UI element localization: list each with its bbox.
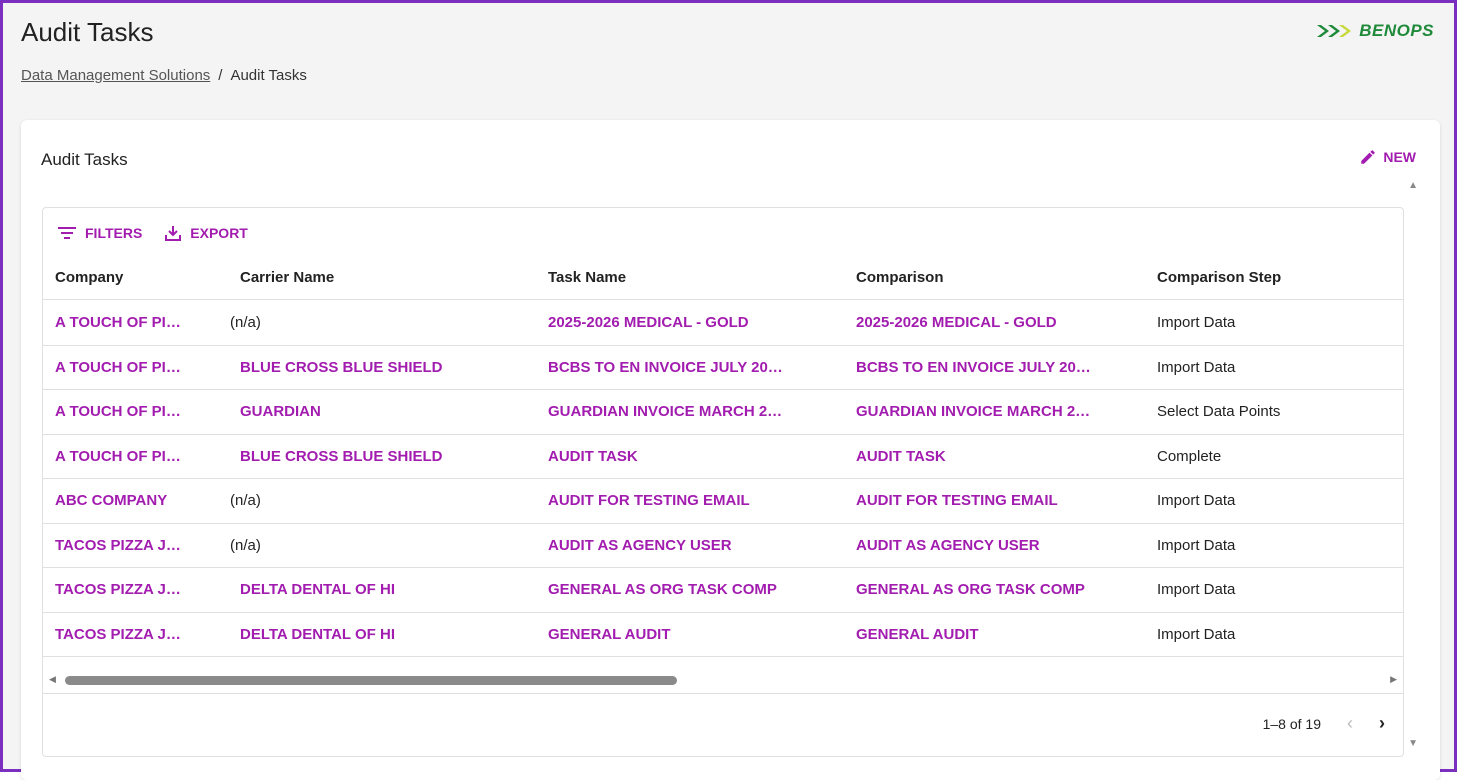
company-cell[interactable]: A TOUCH OF PI… xyxy=(43,403,218,420)
comparison-step-cell: Import Data xyxy=(1157,492,1236,510)
comparison-step-cell: Import Data xyxy=(1157,536,1236,554)
comparison-step-cell: Import Data xyxy=(1157,581,1236,599)
column-header-carrier-name[interactable]: Carrier Name xyxy=(218,269,526,286)
comparison-step-cell: Select Data Points xyxy=(1157,403,1281,421)
breadcrumb-separator: / xyxy=(218,67,223,84)
carrier-cell: (n/a) xyxy=(230,536,261,554)
task-name-cell[interactable]: GENERAL AS ORG TASK COMP xyxy=(526,581,834,598)
company-cell[interactable]: TACOS PIZZA J… xyxy=(43,537,218,554)
task-name-cell[interactable]: AUDIT TASK xyxy=(526,448,834,465)
task-name-cell[interactable]: GENERAL AUDIT xyxy=(526,626,834,643)
table-row: TACOS PIZZA J… (n/a) AUDIT AS AGENCY USE… xyxy=(43,524,1403,568)
chevrons-logo-icon xyxy=(1317,25,1352,37)
card-title: Audit Tasks xyxy=(41,150,128,169)
table-row: TACOS PIZZA J… DELTA DENTAL OF HI GENERA… xyxy=(43,568,1403,613)
pagination: 1–8 of 19 ‹ › xyxy=(1263,713,1385,734)
download-icon xyxy=(165,226,182,241)
column-header-company[interactable]: Company xyxy=(43,269,218,286)
comparison-cell[interactable]: 2025-2026 MEDICAL - GOLD xyxy=(834,314,1142,331)
horizontal-scrollbar[interactable]: ◀ ▶ xyxy=(43,669,1403,691)
table-row: A TOUCH OF PI… GUARDIAN GUARDIAN INVOICE… xyxy=(43,390,1403,435)
company-cell[interactable]: A TOUCH OF PI… xyxy=(43,359,218,376)
filters-button[interactable]: FILTERS xyxy=(57,224,142,242)
pagination-range: 1–8 of 19 xyxy=(1262,715,1321,732)
table-row: ABC COMPANY (n/a) AUDIT FOR TESTING EMAI… xyxy=(43,479,1403,524)
task-name-cell[interactable]: AUDIT AS AGENCY USER xyxy=(526,537,834,554)
task-name-cell[interactable]: GUARDIAN INVOICE MARCH 2… xyxy=(526,403,834,420)
scroll-left-arrow-icon[interactable]: ◀ xyxy=(49,674,56,685)
breadcrumb-current: Audit Tasks xyxy=(230,67,307,84)
column-header-comparison-step[interactable]: Comparison Step xyxy=(1142,269,1402,286)
table-row: A TOUCH OF PI… BLUE CROSS BLUE SHIELD AU… xyxy=(43,435,1403,479)
comparison-cell[interactable]: AUDIT FOR TESTING EMAIL xyxy=(834,492,1142,509)
comparison-step-cell: Import Data xyxy=(1157,314,1236,332)
carrier-cell[interactable]: GUARDIAN xyxy=(218,403,526,420)
pencil-icon xyxy=(1361,150,1376,164)
export-label: EXPORT xyxy=(190,225,248,241)
carrier-cell: (n/a) xyxy=(230,314,261,332)
logo-text: BENOPS xyxy=(1359,21,1434,40)
table-row: A TOUCH OF PI… BLUE CROSS BLUE SHIELD BC… xyxy=(43,346,1403,390)
company-cell[interactable]: TACOS PIZZA J… xyxy=(43,626,218,643)
comparison-step-cell: Complete xyxy=(1157,447,1222,465)
task-name-cell[interactable]: 2025-2026 MEDICAL - GOLD xyxy=(526,314,834,331)
audit-tasks-card: Audit Tasks NEW ▲ FILTERS EXPORT Company… xyxy=(21,120,1440,780)
task-name-cell[interactable]: AUDIT FOR TESTING EMAIL xyxy=(526,492,834,509)
company-cell[interactable]: ABC COMPANY xyxy=(43,492,218,509)
carrier-cell[interactable]: BLUE CROSS BLUE SHIELD xyxy=(218,359,526,376)
column-header-task-name[interactable]: Task Name xyxy=(526,269,834,286)
carrier-cell[interactable]: BLUE CROSS BLUE SHIELD xyxy=(218,448,526,465)
carrier-cell[interactable]: DELTA DENTAL OF HI xyxy=(218,581,526,598)
scroll-right-arrow-icon[interactable]: ▶ xyxy=(1390,674,1397,685)
comparison-cell[interactable]: GENERAL AS ORG TASK COMP xyxy=(834,581,1142,598)
scroll-up-arrow-icon[interactable]: ▲ xyxy=(1408,180,1418,191)
comparison-cell[interactable]: AUDIT AS AGENCY USER xyxy=(834,537,1142,554)
scroll-down-arrow-icon[interactable]: ▼ xyxy=(1408,738,1418,749)
grid-footer-divider xyxy=(43,693,1403,694)
comparison-step-cell: Import Data xyxy=(1157,358,1236,376)
column-header-comparison[interactable]: Comparison xyxy=(834,269,1142,286)
app-frame: Audit Tasks BENOPS Data Management Solut… xyxy=(0,0,1457,780)
comparison-cell[interactable]: GUARDIAN INVOICE MARCH 2… xyxy=(834,403,1142,420)
comparison-cell[interactable]: GENERAL AUDIT xyxy=(834,626,1142,643)
comparison-step-cell: Import Data xyxy=(1157,625,1236,643)
page-title: Audit Tasks xyxy=(21,17,154,47)
comparison-cell[interactable]: BCBS TO EN INVOICE JULY 20… xyxy=(834,359,1142,376)
next-page-icon[interactable]: › xyxy=(1379,713,1385,734)
company-cell[interactable]: A TOUCH OF PI… xyxy=(43,314,218,331)
filters-label: FILTERS xyxy=(85,225,143,241)
table-row: TACOS PIZZA J… DELTA DENTAL OF HI GENERA… xyxy=(43,613,1403,657)
export-button[interactable]: EXPORT xyxy=(164,224,248,242)
previous-page-icon[interactable]: ‹ xyxy=(1347,713,1353,734)
new-button-label: NEW xyxy=(1383,149,1416,165)
company-cell[interactable]: TACOS PIZZA J… xyxy=(43,581,218,598)
table-row: A TOUCH OF PI… (n/a) 2025-2026 MEDICAL -… xyxy=(43,301,1403,346)
task-name-cell[interactable]: BCBS TO EN INVOICE JULY 20… xyxy=(526,359,834,376)
new-button[interactable]: NEW xyxy=(1359,148,1416,166)
company-cell[interactable]: A TOUCH OF PI… xyxy=(43,448,218,465)
filter-icon xyxy=(58,227,76,239)
carrier-cell: (n/a) xyxy=(230,492,261,510)
breadcrumb: Data Management Solutions / Audit Tasks xyxy=(21,67,307,84)
grid-toolbar: FILTERS EXPORT xyxy=(57,224,248,242)
table-header: Company Carrier Name Task Name Compariso… xyxy=(43,256,1403,300)
data-grid: FILTERS EXPORT Company Carrier Name Task… xyxy=(42,207,1404,757)
comparison-cell[interactable]: AUDIT TASK xyxy=(834,448,1142,465)
breadcrumb-parent-link[interactable]: Data Management Solutions xyxy=(21,67,210,84)
benops-logo: BENOPS xyxy=(1317,21,1434,41)
scrollbar-thumb[interactable] xyxy=(65,676,677,685)
carrier-cell[interactable]: DELTA DENTAL OF HI xyxy=(218,626,526,643)
